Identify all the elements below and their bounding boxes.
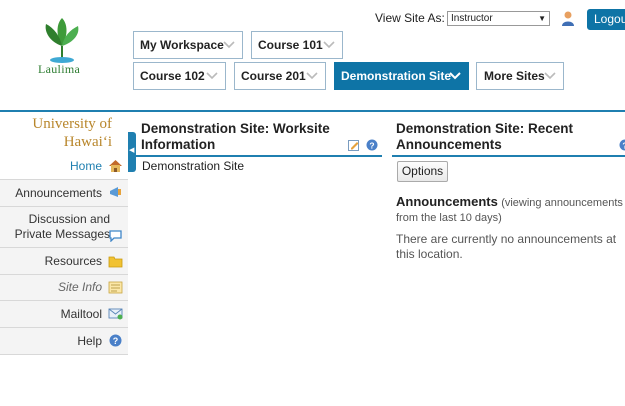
sidebar-item-site-info[interactable]: Site Info	[0, 275, 128, 301]
worksite-title-underline	[136, 155, 382, 157]
sidebar-item-label: Home	[69, 159, 102, 173]
help-icon: ?	[109, 334, 122, 347]
sidebar-item-home[interactable]: Home	[0, 153, 128, 180]
sidebar-item-label: Resources	[44, 254, 102, 268]
collapse-sidebar-toggle[interactable]: ◀	[128, 132, 136, 172]
chevron-down-icon	[323, 41, 335, 49]
collapse-arrow-icon: ◀	[129, 147, 135, 154]
tab-course-201[interactable]: Course 201	[234, 62, 326, 90]
options-button[interactable]: Options	[397, 161, 448, 182]
sidebar-item-label: Mailtool	[60, 307, 102, 321]
more-sites-button[interactable]: More Sites	[476, 62, 564, 90]
view-site-as-label: View Site As:	[375, 11, 445, 25]
edit-icon[interactable]	[348, 139, 360, 151]
sidebar-item-announcements[interactable]: Announcements	[0, 180, 128, 207]
sidebar-item-label: Site Info	[57, 280, 102, 294]
sidebar-item-help[interactable]: Help ?	[0, 328, 128, 355]
tab-label: Course 102	[140, 69, 205, 83]
folder-icon	[108, 256, 123, 268]
user-icon[interactable]	[561, 10, 575, 26]
help-icon[interactable]: ?	[619, 139, 625, 151]
announcements-title-underline	[392, 155, 625, 157]
view-site-as-select[interactable]: Instructor ▼	[447, 11, 550, 26]
sidebar-item-resources[interactable]: Resources	[0, 248, 128, 275]
sidebar-item-label: Discussion and Private Messages	[14, 212, 110, 241]
announcements-heading-label: Announcements	[396, 194, 498, 209]
tab-demonstration-site[interactable]: Demonstration Site	[334, 62, 469, 90]
tab-course-102[interactable]: Course 102	[133, 62, 226, 90]
announcements-heading: Announcements (viewing announcements fro…	[396, 195, 625, 225]
chevron-down-icon	[306, 72, 318, 80]
mail-icon	[108, 308, 123, 320]
recent-announcements-title: Demonstration Site: Recent Announcements	[396, 121, 574, 152]
worksite-info-title: Demonstration Site: Worksite Information	[141, 121, 330, 152]
sidebar-item-label: Help	[77, 334, 102, 348]
sidebar-item-label: Announcements	[15, 186, 102, 200]
tab-label: Course 101	[258, 38, 323, 52]
chevron-down-icon	[544, 72, 556, 80]
home-icon	[109, 160, 122, 172]
help-icon[interactable]: ?	[366, 139, 378, 151]
logout-button[interactable]: Logout	[587, 9, 625, 30]
worksite-description: Demonstration Site	[142, 159, 245, 173]
svg-text:?: ?	[369, 141, 374, 151]
tab-label: Demonstration Site	[341, 69, 452, 83]
chevron-down-icon	[223, 41, 235, 49]
megaphone-icon	[110, 187, 121, 197]
sidebar-item-discussion[interactable]: Discussion and Private Messages	[0, 207, 128, 248]
site-info-icon	[108, 281, 123, 294]
tab-my-workspace[interactable]: My Workspace	[133, 31, 243, 59]
svg-text:?: ?	[113, 336, 119, 346]
chevron-down-icon	[206, 72, 218, 80]
tab-course-101[interactable]: Course 101	[251, 31, 343, 59]
chevron-down-icon	[449, 72, 461, 80]
header-divider	[0, 110, 625, 112]
sidebar-nav: Home Announcements Discussion and Privat…	[0, 153, 128, 355]
tab-label: My Workspace	[140, 38, 224, 52]
no-announcements-message: There are currently no announcements at …	[396, 232, 617, 261]
logo-text: Laulima	[38, 62, 81, 76]
tab-label: More Sites	[484, 69, 545, 83]
sidebar-item-mailtool[interactable]: Mailtool	[0, 301, 128, 328]
speech-bubble-icon	[109, 230, 122, 242]
view-site-as-value: Instructor	[451, 13, 493, 24]
university-name: University of Hawaiʻi	[32, 116, 112, 150]
dropdown-arrow-icon: ▼	[538, 14, 546, 23]
tab-label: Course 201	[241, 69, 306, 83]
